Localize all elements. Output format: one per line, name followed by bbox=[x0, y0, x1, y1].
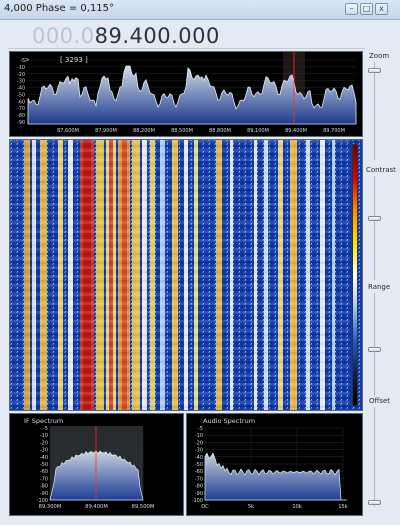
contrast-slider[interactable] bbox=[368, 216, 381, 221]
audio-spectrum-panel[interactable]: Audio Spectrum -5 -10 -20 -30 -40 -50 -60 -70 -8… bbox=[186, 413, 363, 516]
if-spectrum-title: IF Spectrum bbox=[24, 417, 63, 425]
frequency-leading-digits[interactable]: 000.0 bbox=[32, 24, 95, 48]
audio-y-tick: -70 bbox=[195, 476, 203, 482]
frequency-display[interactable]: 000.089.400.000 bbox=[32, 24, 220, 48]
if-y-tick: -60 bbox=[40, 469, 48, 475]
frequency-value[interactable]: 89.400.000 bbox=[95, 24, 220, 48]
if-y-tick: -5 bbox=[43, 426, 48, 432]
spectrum-x-tick: 88,200M bbox=[133, 128, 155, 134]
spectrum-x-tick: 89,700M bbox=[323, 128, 345, 134]
spectrum-analyzer[interactable]: > [ 3293 ] -5 -10 -20 -30 -40 -50 -60 -70 -80 -90… bbox=[9, 51, 363, 137]
spectrum-y-tick: -30 bbox=[17, 79, 25, 85]
spectrum-y-tick: -90 bbox=[17, 120, 25, 126]
spectrum-y-tick: -80 bbox=[17, 113, 25, 119]
if-y-tick: -50 bbox=[40, 462, 48, 468]
spectrum-y-tick: -50 bbox=[17, 92, 25, 98]
spectrum-trace bbox=[27, 65, 357, 125]
audio-y-tick: -50 bbox=[195, 462, 203, 468]
spectrum-y-tick: -10 bbox=[17, 65, 25, 71]
spectrum-x-tick: 88,500M bbox=[171, 128, 193, 134]
spectrum-y-tick: -5 bbox=[20, 58, 25, 64]
spectrum-y-tick: -70 bbox=[17, 106, 25, 112]
spectrum-y-tick: -40 bbox=[17, 86, 25, 92]
spectrum-x-tick: 89,400M bbox=[285, 128, 307, 134]
range-slider[interactable] bbox=[368, 347, 381, 352]
window-title: 4,000 Phase = 0,115° bbox=[4, 3, 115, 14]
spectrum-x-tick: 88,800M bbox=[209, 128, 231, 134]
if-y-tick: -10 bbox=[40, 433, 48, 439]
offset-slider[interactable] bbox=[368, 500, 381, 505]
audio-x-tick: 10k bbox=[292, 504, 302, 510]
audio-spectrum-title: Audio Spectrum bbox=[203, 417, 255, 425]
spectrum-x-tick: 87,600M bbox=[57, 128, 79, 134]
sdr-window: 4,000 Phase = 0,115° – □ x 000.089.400.0… bbox=[0, 0, 400, 525]
if-y-tick: -40 bbox=[40, 455, 48, 461]
audio-y-tick: -80 bbox=[195, 484, 203, 490]
if-y-tick: -30 bbox=[40, 448, 48, 454]
audio-y-tick: -10 bbox=[195, 433, 203, 439]
offset-track[interactable] bbox=[374, 407, 375, 507]
audio-x-tick: 5k bbox=[248, 504, 254, 510]
if-y-tick: -90 bbox=[40, 491, 48, 497]
range-track[interactable] bbox=[374, 293, 375, 395]
close-button[interactable]: x bbox=[375, 3, 388, 15]
audio-y-tick: -20 bbox=[195, 440, 203, 446]
maximize-button[interactable]: □ bbox=[360, 3, 373, 15]
minimize-button[interactable]: – bbox=[345, 3, 358, 15]
if-spectrum-panel[interactable]: IF Spectrum -5 -10 -20 -30 -40 -50 -60 -70 -80 -9… bbox=[9, 413, 184, 516]
spectrum-x-tick: 87,900M bbox=[95, 128, 117, 134]
if-y-tick: -70 bbox=[40, 476, 48, 482]
bandwidth-label: [ 3293 ] bbox=[60, 56, 88, 64]
zoom-slider[interactable] bbox=[368, 68, 381, 73]
audio-spectrum-trace bbox=[204, 452, 347, 501]
if-x-tick: 89,300M bbox=[39, 504, 62, 510]
waterfall-color-scale bbox=[352, 144, 358, 406]
audio-x-tick: 15k bbox=[338, 504, 348, 510]
divider bbox=[8, 48, 365, 49]
audio-y-tick: -5 bbox=[198, 426, 203, 432]
range-label: Range bbox=[368, 283, 391, 291]
if-y-tick: -80 bbox=[40, 484, 48, 490]
title-bar[interactable]: 4,000 Phase = 0,115° – □ x bbox=[0, 0, 400, 20]
spectrum-x-tick: 89,100M bbox=[247, 128, 269, 134]
spectrum-y-tick: -20 bbox=[17, 72, 25, 78]
audio-y-tick: -60 bbox=[195, 469, 203, 475]
contrast-track[interactable] bbox=[374, 176, 375, 280]
waterfall-display[interactable] bbox=[9, 139, 363, 411]
zoom-label: Zoom bbox=[369, 52, 390, 60]
audio-y-tick: -30 bbox=[195, 448, 203, 454]
contrast-label: Contrast bbox=[366, 166, 396, 174]
audio-y-tick: -90 bbox=[195, 491, 203, 497]
offset-label: Offset bbox=[369, 397, 391, 405]
if-x-tick: 89,500M bbox=[132, 504, 155, 510]
audio-x-tick: DC bbox=[201, 504, 209, 510]
if-x-tick: 89,400M bbox=[85, 504, 108, 510]
audio-y-tick: -40 bbox=[195, 455, 203, 461]
if-y-tick: -20 bbox=[40, 440, 48, 446]
spectrum-y-tick: -60 bbox=[17, 99, 25, 105]
zoom-track[interactable] bbox=[374, 62, 375, 160]
